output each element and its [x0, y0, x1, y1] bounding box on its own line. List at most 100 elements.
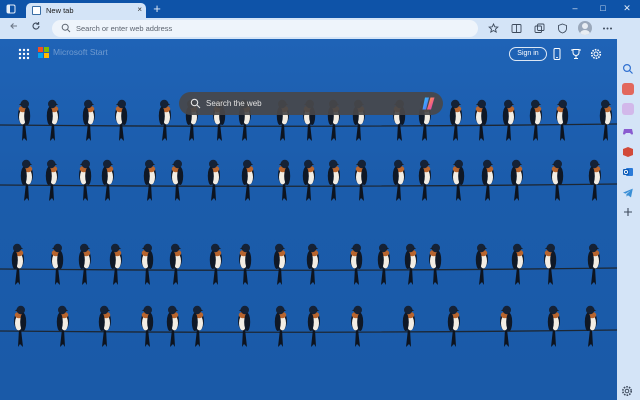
swallow-bird: [20, 159, 33, 201]
swallow-bird: [584, 305, 597, 347]
outlook-icon[interactable]: [622, 165, 634, 177]
swallow-bird: [78, 243, 91, 285]
swallow-bird: [475, 243, 488, 285]
swallow-bird: [278, 159, 291, 201]
sign-in-button[interactable]: Sign in: [509, 47, 547, 61]
swallow-bird: [207, 159, 220, 201]
minimize-button[interactable]: –: [562, 0, 588, 16]
swallow-bird: [241, 159, 254, 201]
swallow-bird: [429, 243, 442, 285]
swallow-bird: [14, 305, 27, 347]
swallow-bird: [45, 159, 58, 201]
swallow-bird: [101, 159, 114, 201]
browser-window: New tab × + – □ ✕ Search or enter web ad…: [0, 0, 640, 400]
swallow-bird: [392, 159, 405, 201]
swallow-bird: [79, 159, 92, 201]
copilot-icon[interactable]: [421, 96, 436, 111]
web-search-box[interactable]: Search the web: [179, 92, 443, 115]
swallow-bird: [547, 305, 560, 347]
rewards-trophy-icon[interactable]: [569, 47, 582, 61]
swallow-bird: [355, 159, 368, 201]
swallow-bird: [109, 243, 122, 285]
new-tab-button[interactable]: +: [150, 2, 164, 16]
tab-actions-icon[interactable]: [3, 2, 19, 16]
swallow-bird: [556, 99, 569, 141]
swallow-bird: [481, 159, 494, 201]
sidebar-settings-icon[interactable]: [621, 384, 635, 398]
microsoft-logo-icon: [38, 47, 49, 58]
title-bar: New tab × + – □ ✕: [0, 0, 640, 18]
swallow-bird: [449, 99, 462, 141]
tab-close-button[interactable]: ×: [137, 4, 142, 16]
profile-avatar[interactable]: [578, 21, 592, 35]
page-settings-gear-icon[interactable]: [589, 47, 602, 61]
wire: [0, 329, 617, 333]
favorites-star-icon[interactable]: [487, 22, 500, 35]
swallow-bird: [239, 243, 252, 285]
search-icon: [190, 98, 201, 109]
swallow-bird: [500, 305, 513, 347]
new-tab-page: Microsoft Start Sign in Search the web: [0, 39, 617, 400]
refresh-icon: [31, 22, 40, 30]
swallow-bird: [82, 99, 95, 141]
collections-icon[interactable]: [533, 22, 546, 35]
address-bar-placeholder: Search or enter web address: [76, 24, 173, 33]
swallow-bird: [171, 159, 184, 201]
swallow-bird: [209, 243, 222, 285]
swallow-bird: [551, 159, 564, 201]
toolbar: Search or enter web address: [0, 18, 640, 39]
swallow-bird: [327, 159, 340, 201]
swallow-bird: [56, 305, 69, 347]
tab-title: New tab: [46, 6, 74, 15]
swallow-bird: [51, 243, 64, 285]
tools-icon[interactable]: [622, 103, 634, 115]
search-icon: [61, 23, 71, 33]
address-bar[interactable]: Search or enter web address: [52, 20, 478, 37]
telegram-icon[interactable]: [622, 186, 634, 198]
swallow-bird: [143, 159, 156, 201]
maximize-button[interactable]: □: [590, 0, 616, 16]
games-icon[interactable]: [622, 124, 634, 136]
swallow-bird: [307, 305, 320, 347]
back-button[interactable]: [6, 21, 21, 36]
swallow-bird: [350, 243, 363, 285]
more-icon[interactable]: [601, 22, 614, 35]
swallow-bird: [46, 99, 59, 141]
swallow-bird: [238, 305, 251, 347]
swallow-bird: [166, 305, 179, 347]
swallow-bird: [510, 159, 523, 201]
swallow-bird: [351, 305, 364, 347]
swallow-bird: [544, 243, 557, 285]
swallow-bird: [158, 99, 171, 141]
swallow-bird: [141, 243, 154, 285]
swallow-bird: [191, 305, 204, 347]
swallow-bird: [98, 305, 111, 347]
swallow-bird: [529, 99, 542, 141]
wire: [0, 267, 617, 271]
split-screen-icon[interactable]: [510, 22, 523, 35]
swallow-bird: [18, 99, 31, 141]
refresh-button[interactable]: [28, 21, 43, 36]
tab-new-tab[interactable]: New tab ×: [26, 3, 146, 18]
swallow-bird: [115, 99, 128, 141]
swallow-bird: [447, 305, 460, 347]
swallow-bird: [402, 305, 415, 347]
swallow-bird: [452, 159, 465, 201]
mobile-phone-icon[interactable]: [550, 47, 563, 61]
office-icon[interactable]: [622, 145, 634, 157]
close-window-button[interactable]: ✕: [614, 0, 640, 16]
sidebar-search-icon[interactable]: [622, 62, 634, 74]
swallow-bird: [377, 243, 390, 285]
swallow-bird: [418, 159, 431, 201]
app-launcher-icon[interactable]: [18, 47, 30, 60]
swallow-bird: [306, 243, 319, 285]
shopping-icon[interactable]: [622, 83, 634, 95]
swallow-bird: [599, 99, 612, 141]
add-icon[interactable]: [622, 205, 634, 217]
swallow-bird: [588, 159, 601, 201]
browser-essentials-icon[interactable]: [556, 22, 569, 35]
swallow-bird: [11, 243, 24, 285]
swallow-bird: [587, 243, 600, 285]
swallow-bird: [511, 243, 524, 285]
swallow-bird: [302, 159, 315, 201]
